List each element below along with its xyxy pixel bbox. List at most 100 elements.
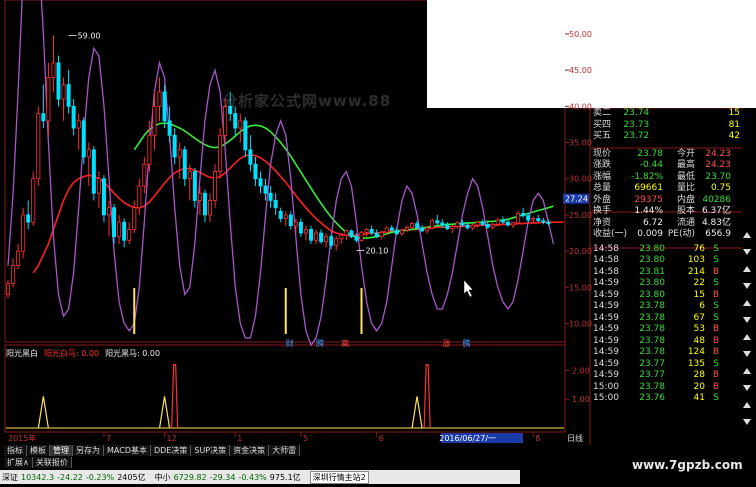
arrow-up-icon[interactable] <box>743 266 751 272</box>
tick-volume: 20 <box>693 381 705 392</box>
arrow-up-icon[interactable] <box>743 232 751 238</box>
indicator-legend-item: 阳光黑白 <box>6 349 38 358</box>
status-bar: 深证 10342.3 -24.22 -0.23% 2405亿 中小 6729.8… <box>0 470 520 484</box>
order-book-row: 买四 23.73 81 <box>593 120 740 132</box>
arrow-down-icon[interactable] <box>743 385 751 391</box>
tick-side: B <box>712 370 719 380</box>
indicator-tab[interactable]: DDE决策 <box>150 445 192 456</box>
arrow-up-icon[interactable] <box>743 402 751 408</box>
small-cap-change: -29.34 <box>209 472 236 482</box>
indicator-tab[interactable]: SUP决策 <box>191 445 231 456</box>
stats-label: 股本 <box>676 206 695 216</box>
site-badge: www.7gpzb.com <box>632 458 743 472</box>
price-axis-label: 15.00 <box>569 283 592 292</box>
tick-volume: 124 <box>687 347 705 357</box>
order-book-price: 23.72 <box>623 131 650 141</box>
date-axis-label: 12 <box>167 434 177 443</box>
tick-time: 15:00 <box>593 393 619 403</box>
indicator-tab[interactable]: 资金决策 <box>230 445 270 456</box>
arrow-up-icon[interactable] <box>743 368 751 374</box>
right-scroll-strip[interactable] <box>742 228 752 438</box>
tick-price: 23.78 <box>639 335 665 346</box>
tick-volume: 135 <box>687 358 705 369</box>
tick-side: S <box>713 301 719 311</box>
price-axis-label: 40.00 <box>569 102 592 111</box>
stats-label: 外盘 <box>593 194 612 205</box>
arrow-down-icon[interactable] <box>743 249 751 255</box>
stats-value: 4.83亿 <box>701 217 731 228</box>
event-label[interactable]: 涨 <box>442 338 450 348</box>
candle <box>359 230 364 242</box>
order-book: 卖二 23.74 15 买四 23.73 81 买五 23.72 42 <box>593 108 740 143</box>
arrow-up-icon[interactable] <box>743 300 751 306</box>
event-label[interactable]: 腾 <box>463 338 471 348</box>
extension-tab[interactable]: 关联报价 <box>32 457 72 468</box>
stats-value: 24.23 <box>705 148 731 159</box>
stats-value: 69661 <box>634 183 663 193</box>
tick-time: 14:59 <box>593 289 619 300</box>
signal-bar <box>133 288 136 334</box>
tick-row: 14:58 23.80 76 S <box>593 244 740 256</box>
price-axis-label: 25.00 <box>569 211 592 220</box>
stats-row: 收益(一) 0.009 PE(动) 656.9 <box>593 229 740 241</box>
event-label[interactable]: 高 <box>341 338 349 348</box>
small-cap-volume: 975.1亿 <box>269 472 301 482</box>
tick-side: S <box>713 278 719 288</box>
stats-row: 换手 1.44% 股本 6.37亿 <box>593 206 740 218</box>
event-label[interactable]: 腾 <box>316 338 324 348</box>
current-price-label: 27.24 <box>565 195 588 204</box>
indicator-tab[interactable]: MACD基本 <box>104 445 151 456</box>
small-cap-name[interactable]: 中小 <box>155 472 171 483</box>
indicator-tab[interactable]: 指标 <box>4 445 27 456</box>
tick-time: 15:00 <box>593 381 619 392</box>
tick-volume: 67 <box>693 312 705 323</box>
stats-label: 最高 <box>676 160 695 170</box>
tick-volume: 214 <box>687 266 705 277</box>
indicator-tab-bar: 指标 模板 管理 另存为 MACD基本 DDE决策 SUP决策 资金决策 大师雷 <box>4 445 301 456</box>
tick-time: 14:59 <box>593 312 619 323</box>
candle <box>56 55 61 107</box>
stats-value: 0.75 <box>710 183 731 193</box>
tick-row: 14:58 23.81 214 B <box>593 267 740 279</box>
extension-tab[interactable]: 扩展∧ <box>4 457 33 468</box>
stats-label: 流通 <box>676 217 695 228</box>
stats-value: 6.72 <box>642 217 663 228</box>
stats-label: 换手 <box>593 206 612 216</box>
arrow-down-icon[interactable] <box>743 317 751 323</box>
stats-value: 24.23 <box>705 160 731 170</box>
indicator-tab[interactable]: 大师雷 <box>269 445 301 456</box>
indicator-tab[interactable]: 管理 <box>50 445 73 456</box>
tick-side: B <box>712 335 719 346</box>
indicator-tab[interactable]: 模板 <box>27 445 50 456</box>
stats-label: 最低 <box>676 171 695 182</box>
stats-value: -1.82% <box>631 171 663 182</box>
tick-time: 14:59 <box>593 347 619 357</box>
tick-volume: 28 <box>693 370 705 380</box>
indicator-legend-item: 阳光黑马: 0.00 <box>105 349 161 358</box>
candle <box>516 211 521 225</box>
arrow-up-icon[interactable] <box>743 334 751 340</box>
stats-value: 23.78 <box>637 148 663 159</box>
event-label[interactable]: 财 <box>286 338 294 348</box>
price-axis-label: 10.00 <box>569 320 592 329</box>
date-axis-label: 1 <box>237 434 242 443</box>
tick-volume: 6 <box>699 301 705 311</box>
tick-side: S <box>713 393 719 403</box>
period-label[interactable]: 日线 <box>567 433 583 443</box>
tick-side: S <box>713 358 719 369</box>
date-axis-label: 2015年 <box>8 433 36 443</box>
tick-volume: 41 <box>693 393 705 403</box>
tick-price: 23.76 <box>639 393 665 403</box>
stats-value: 23.70 <box>705 171 731 182</box>
stats-value: 1.44% <box>634 206 663 216</box>
arrow-down-icon[interactable] <box>743 419 751 425</box>
indicator-tab[interactable]: 另存为 <box>73 445 104 456</box>
server-message: 深圳行情主站2 <box>309 470 369 484</box>
arrow-down-icon[interactable] <box>743 283 751 289</box>
candle <box>349 229 354 239</box>
quote-panel: 卖二 23.74 15 买四 23.73 81 买五 23.72 42 现价 23.78 今开 24.… <box>593 108 740 405</box>
arrow-down-icon[interactable] <box>743 351 751 357</box>
tick-volume: 103 <box>687 255 705 265</box>
tick-price: 23.80 <box>639 243 665 254</box>
index-name[interactable]: 深证 <box>2 472 18 483</box>
